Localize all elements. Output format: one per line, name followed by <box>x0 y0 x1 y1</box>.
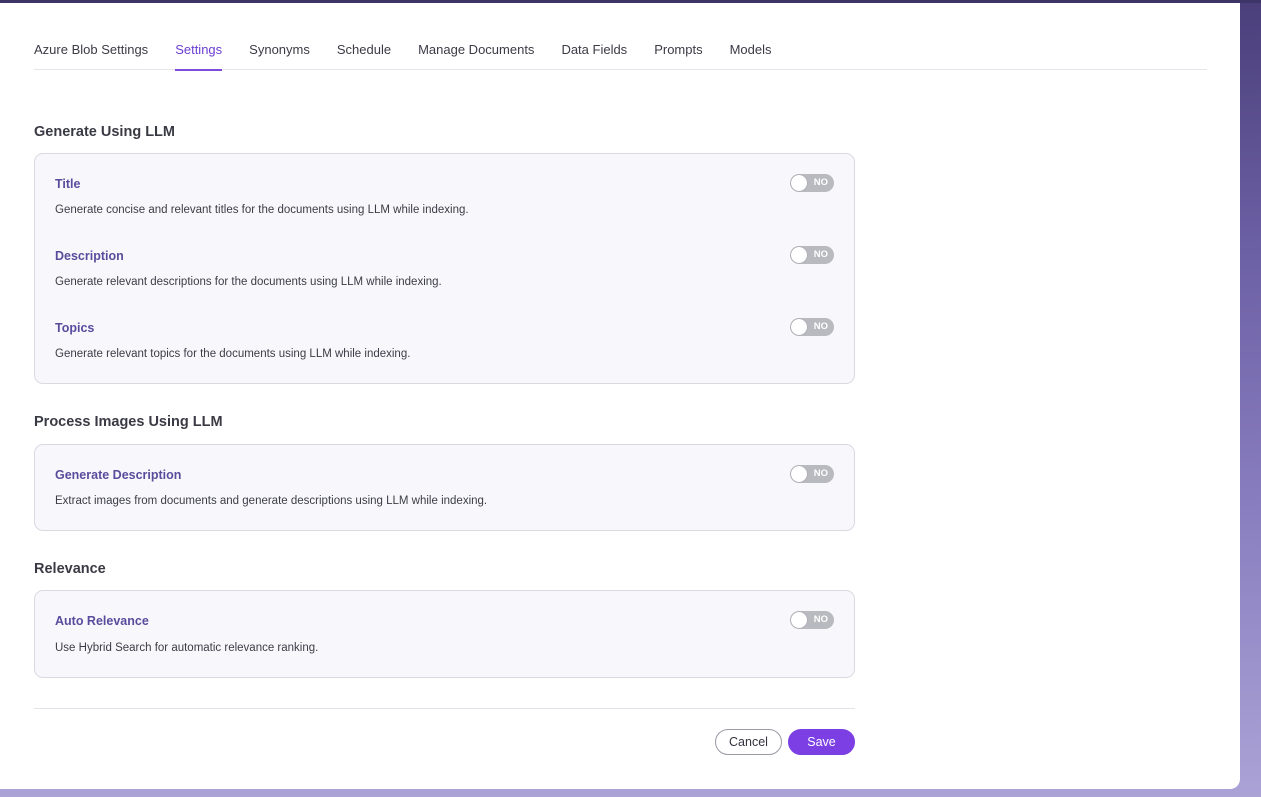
topics-toggle[interactable]: NO <box>790 318 834 336</box>
tab-data-fields[interactable]: Data Fields <box>561 3 627 70</box>
setting-row-generate-description: Generate Description NO Extract images f… <box>55 465 834 507</box>
toggle-knob <box>791 319 807 335</box>
section-title-generate-llm: Generate Using LLM <box>34 124 175 140</box>
setting-description-topics: Generate relevant topics for the documen… <box>55 348 411 360</box>
cancel-button[interactable]: Cancel <box>715 729 782 755</box>
tab-synonyms[interactable]: Synonyms <box>249 3 310 70</box>
toggle-knob <box>791 247 807 263</box>
setting-row-topics: Topics NO Generate relevant topics for t… <box>55 318 834 360</box>
setting-description-description: Generate relevant descriptions for the d… <box>55 276 442 288</box>
setting-row-auto-relevance: Auto Relevance NO Use Hybrid Search for … <box>55 611 834 654</box>
title-toggle[interactable]: NO <box>790 174 834 192</box>
footer-divider <box>34 708 855 709</box>
generate-description-toggle[interactable]: NO <box>790 465 834 483</box>
tab-prompts[interactable]: Prompts <box>654 3 702 70</box>
toggle-state-text: NO <box>813 249 828 260</box>
toggle-state-text: NO <box>813 177 828 188</box>
toggle-knob <box>791 175 807 191</box>
toggle-state-text: NO <box>813 614 828 625</box>
card-relevance: Auto Relevance NO Use Hybrid Search for … <box>34 590 855 678</box>
setting-description-auto-relevance: Use Hybrid Search for automatic relevanc… <box>55 642 319 654</box>
auto-relevance-toggle[interactable]: NO <box>790 611 834 629</box>
setting-row-title: Title NO Generate concise and relevant t… <box>55 174 834 216</box>
tab-manage-documents[interactable]: Manage Documents <box>418 3 534 70</box>
setting-description-title: Generate concise and relevant titles for… <box>55 204 469 216</box>
toggle-knob <box>791 612 807 628</box>
setting-title-description: Description <box>55 249 124 263</box>
description-toggle[interactable]: NO <box>790 246 834 264</box>
toggle-knob <box>791 466 807 482</box>
setting-title-generate-description: Generate Description <box>55 468 182 482</box>
save-button[interactable]: Save <box>788 729 855 755</box>
tab-azure-blob-settings[interactable]: Azure Blob Settings <box>34 3 148 70</box>
setting-title-topics: Topics <box>55 321 95 335</box>
toggle-state-text: NO <box>813 468 828 479</box>
tab-schedule[interactable]: Schedule <box>337 3 391 70</box>
settings-panel: Azure Blob Settings Settings Synonyms Sc… <box>0 3 1240 789</box>
setting-row-description: Description NO Generate relevant descrip… <box>55 246 834 288</box>
setting-title-auto-relevance: Auto Relevance <box>55 614 149 628</box>
setting-title-title: Title <box>55 177 81 191</box>
toggle-state-text: NO <box>813 321 828 332</box>
tab-bar: Azure Blob Settings Settings Synonyms Sc… <box>34 3 1207 71</box>
tab-models[interactable]: Models <box>730 3 772 70</box>
card-generate-llm: Title NO Generate concise and relevant t… <box>34 153 855 384</box>
section-title-process-images: Process Images Using LLM <box>34 414 223 430</box>
setting-description-generate-description: Extract images from documents and genera… <box>55 495 488 507</box>
card-process-images: Generate Description NO Extract images f… <box>34 444 855 531</box>
tab-settings[interactable]: Settings <box>175 3 222 71</box>
section-title-relevance: Relevance <box>34 561 106 577</box>
